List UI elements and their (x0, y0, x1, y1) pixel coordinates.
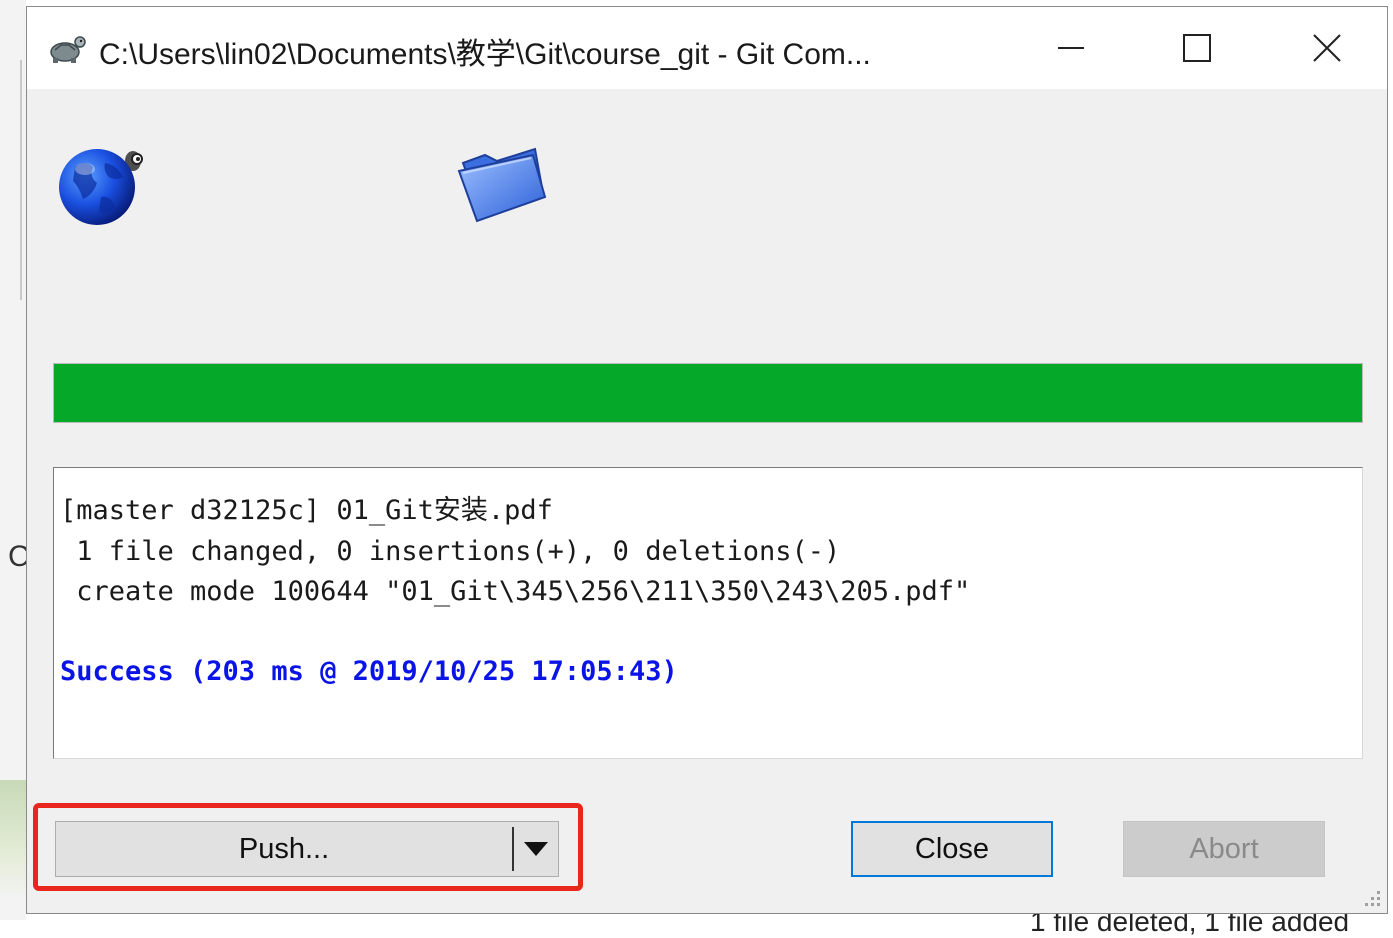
minimize-icon (1058, 47, 1084, 49)
title-bar[interactable]: C:\Users\lin02\Documents\教学\Git\course_g… (27, 7, 1387, 89)
globe-icon (59, 149, 143, 225)
output-log[interactable]: [master d32125c] 01_Git安装.pdf 1 file cha… (53, 467, 1363, 759)
close-button[interactable]: Close (851, 821, 1053, 877)
progress-fill (54, 364, 1362, 422)
progress-bar (53, 363, 1363, 423)
abort-button[interactable]: Abort (1123, 821, 1325, 877)
background-image-fragment (0, 780, 26, 900)
close-window-button[interactable] (1299, 21, 1355, 75)
close-icon (1313, 34, 1341, 62)
minimize-button[interactable] (1043, 21, 1099, 75)
window-title: C:\Users\lin02\Documents\教学\Git\course_g… (99, 38, 871, 71)
push-split-button[interactable]: Push... (55, 821, 559, 877)
folder-icon (457, 147, 547, 223)
maximize-button[interactable] (1169, 21, 1225, 75)
caret-down-icon (524, 842, 548, 856)
resize-grip-icon[interactable] (1361, 887, 1383, 909)
push-button-label: Push... (238, 832, 330, 865)
tortoisegit-icon (50, 36, 86, 63)
push-dropdown-button[interactable] (514, 821, 558, 877)
maximize-icon (1183, 34, 1211, 62)
background-scroll-line (20, 60, 22, 300)
log-line: 1 file changed, 0 insertions(+), 0 delet… (60, 536, 841, 567)
log-status-line: Success (203 ms @ 2019/10/25 17:05:43) (60, 656, 678, 687)
log-line: create mode 100644 "01_Git\345\256\211\3… (60, 576, 971, 607)
git-commit-dialog: C:\Users\lin02\Documents\教学\Git\course_g… (26, 6, 1388, 914)
log-line: [master d32125c] 01_Git安装.pdf (60, 495, 553, 526)
